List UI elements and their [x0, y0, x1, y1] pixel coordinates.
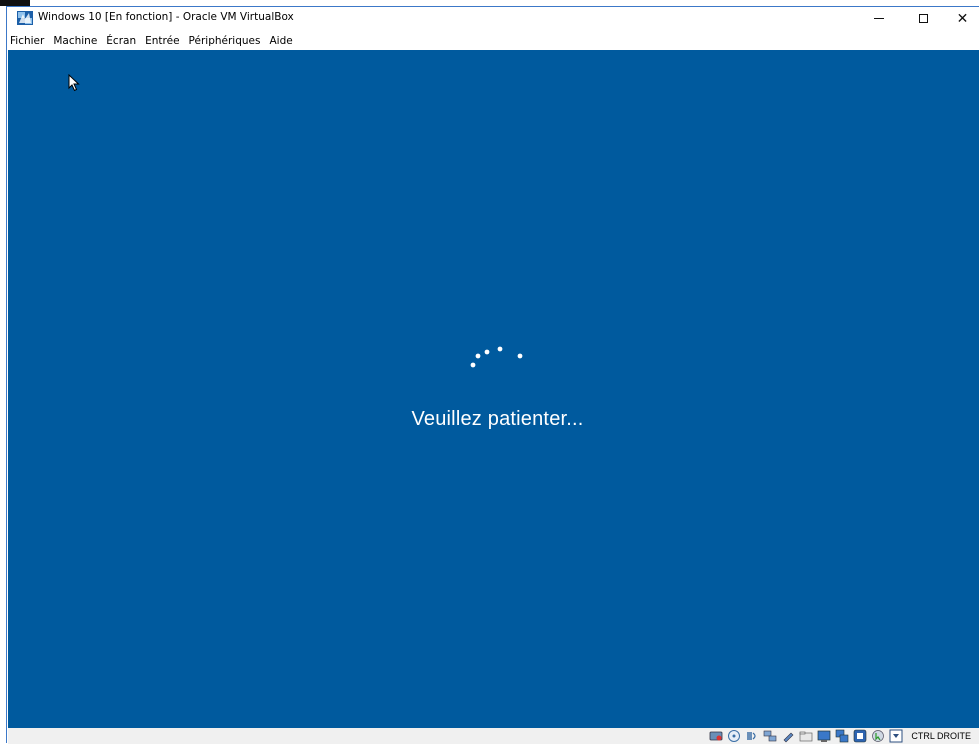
- status-bar: CTRL DROITE: [8, 728, 979, 744]
- menu-peripheriques[interactable]: Périphériques: [189, 35, 268, 47]
- virtualbox-app-icon: [17, 11, 33, 25]
- virtualbox-window: Windows 10 [En fonction] - Oracle VM Vir…: [6, 6, 979, 744]
- video-capture-icon[interactable]: [835, 729, 849, 743]
- menu-ecran[interactable]: Écran: [106, 35, 143, 47]
- window-title: Windows 10 [En fonction] - Oracle VM Vir…: [38, 11, 294, 23]
- menu-fichier[interactable]: Fichier: [10, 35, 51, 47]
- loading-spinner-icon: [470, 346, 523, 368]
- close-button[interactable]: ✕: [946, 7, 979, 30]
- usb-icon[interactable]: [781, 729, 795, 743]
- menu-machine[interactable]: Machine: [53, 35, 104, 47]
- maximize-icon: [919, 14, 928, 23]
- menu-bar: Fichier Machine Écran Entrée Périphériqu…: [7, 32, 979, 50]
- host-key-label: CTRL DROITE: [911, 731, 971, 741]
- optical-drive-icon[interactable]: [727, 729, 741, 743]
- mouse-cursor-icon: [68, 74, 80, 92]
- menu-entree[interactable]: Entrée: [145, 35, 186, 47]
- minimize-icon: [873, 18, 884, 19]
- hard-disk-icon[interactable]: [709, 729, 723, 743]
- network-icon[interactable]: [763, 729, 777, 743]
- display-icon[interactable]: [817, 729, 831, 743]
- virtualization-icon[interactable]: [853, 729, 867, 743]
- close-icon: ✕: [956, 10, 969, 27]
- status-icons: [709, 729, 907, 743]
- vm-display[interactable]: Veuillez patienter...: [8, 50, 979, 728]
- please-wait-message: Veuillez patienter...: [411, 408, 584, 430]
- minimize-button[interactable]: [856, 7, 901, 30]
- maximize-button[interactable]: [901, 7, 946, 30]
- menu-aide[interactable]: Aide: [269, 35, 299, 47]
- keyboard-capture-icon[interactable]: [889, 729, 903, 743]
- shared-folders-icon[interactable]: [799, 729, 813, 743]
- audio-icon[interactable]: [745, 729, 759, 743]
- title-bar[interactable]: Windows 10 [En fonction] - Oracle VM Vir…: [7, 7, 979, 30]
- mouse-integration-icon[interactable]: [871, 729, 885, 743]
